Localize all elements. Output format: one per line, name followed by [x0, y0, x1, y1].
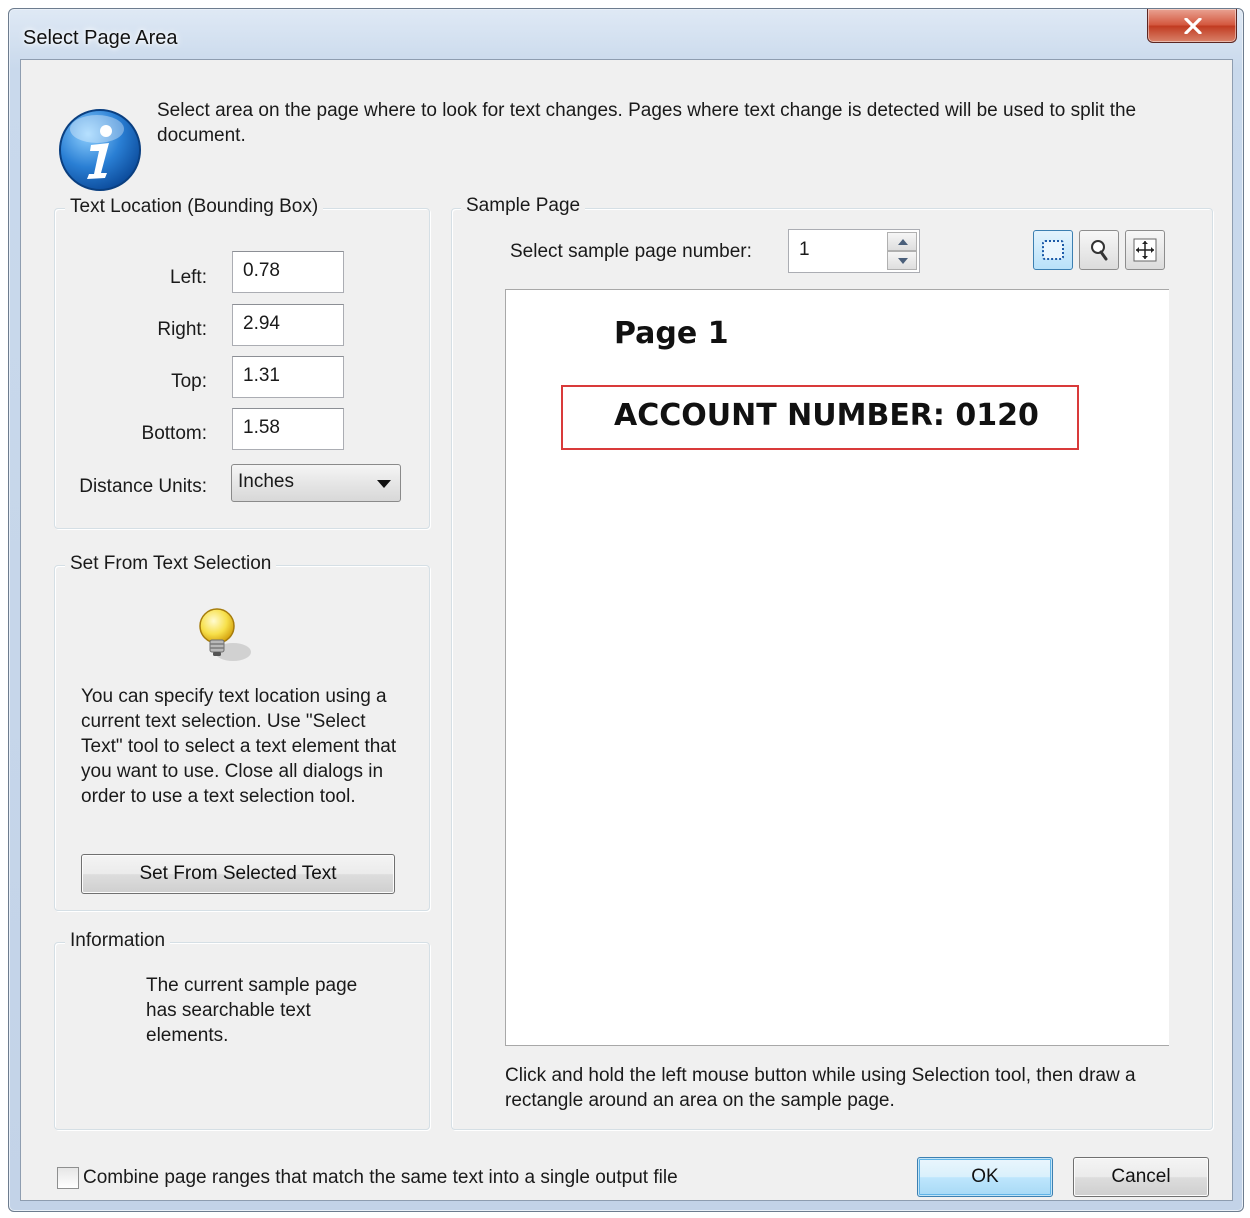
- combine-checkbox[interactable]: [57, 1167, 79, 1189]
- move-arrows-icon: [1133, 238, 1157, 262]
- magnifier-icon: [1091, 240, 1108, 261]
- bottom-input[interactable]: 1.58: [232, 408, 344, 450]
- preview-page-heading: Page 1: [614, 316, 729, 351]
- right-input[interactable]: 2.94: [232, 304, 344, 346]
- combine-label[interactable]: Combine page ranges that match the same …: [83, 1165, 678, 1190]
- text-location-group: Text Location (Bounding Box) Left: 0.78 …: [54, 196, 430, 529]
- spin-down-button[interactable]: [887, 251, 917, 270]
- canvas-hint: Click and hold the left mouse button whi…: [505, 1065, 1136, 1111]
- text-location-title: Text Location (Bounding Box): [65, 196, 324, 218]
- cancel-button[interactable]: Cancel: [1073, 1157, 1209, 1197]
- info-icon: [59, 109, 141, 191]
- preview-account-text: ACCOUNT NUMBER: 0120: [614, 398, 1039, 433]
- information-group: Information The current sample page has …: [54, 930, 430, 1130]
- ok-button[interactable]: OK: [917, 1157, 1053, 1197]
- dialog-body: Select area on the page where to look fo…: [20, 59, 1233, 1201]
- arrow-up-icon: [898, 239, 908, 245]
- spin-up-button[interactable]: [887, 232, 917, 251]
- units-label: Distance Units:: [79, 476, 207, 497]
- pan-tool-button[interactable]: [1125, 230, 1165, 270]
- information-text: The current sample page has searchable t…: [146, 975, 358, 1046]
- left-label: Left:: [170, 267, 207, 288]
- sample-page-title: Sample Page: [461, 195, 586, 217]
- page-number-value: 1: [799, 239, 810, 260]
- bottom-label: Bottom:: [141, 423, 207, 444]
- arrow-down-icon: [898, 258, 908, 264]
- chevron-down-icon: [377, 480, 391, 488]
- intro-text: Select area on the page where to look fo…: [157, 100, 1137, 146]
- close-button[interactable]: [1147, 9, 1237, 43]
- lightbulb-icon: [199, 608, 251, 661]
- sample-page-canvas[interactable]: Page 1 ACCOUNT NUMBER: 0120: [505, 289, 1169, 1046]
- page-number-stepper[interactable]: 1: [788, 229, 920, 273]
- selection-tool-button[interactable]: [1033, 230, 1073, 270]
- selection-rectangle-icon: [1042, 240, 1064, 260]
- dialog-window: Select Page Area Select area on the page…: [8, 8, 1244, 1212]
- set-from-selection-group: Set From Text Selection You can specify …: [54, 553, 430, 911]
- set-from-selection-description: You can specify text location using a cu…: [81, 686, 397, 807]
- units-value: Inches: [238, 471, 294, 492]
- close-icon: [1184, 18, 1202, 34]
- set-from-selection-title: Set From Text Selection: [65, 553, 277, 575]
- top-input[interactable]: 1.31: [232, 356, 344, 398]
- set-from-selected-text-button[interactable]: Set From Selected Text: [81, 854, 395, 894]
- left-input[interactable]: 0.78: [232, 251, 344, 293]
- information-title: Information: [65, 930, 171, 952]
- zoom-tool-button[interactable]: [1079, 230, 1119, 270]
- right-label: Right:: [157, 319, 207, 340]
- top-label: Top:: [171, 371, 207, 392]
- page-number-label: Select sample page number:: [510, 241, 752, 262]
- window-title: Select Page Area: [23, 27, 178, 49]
- units-dropdown[interactable]: Inches: [231, 464, 401, 502]
